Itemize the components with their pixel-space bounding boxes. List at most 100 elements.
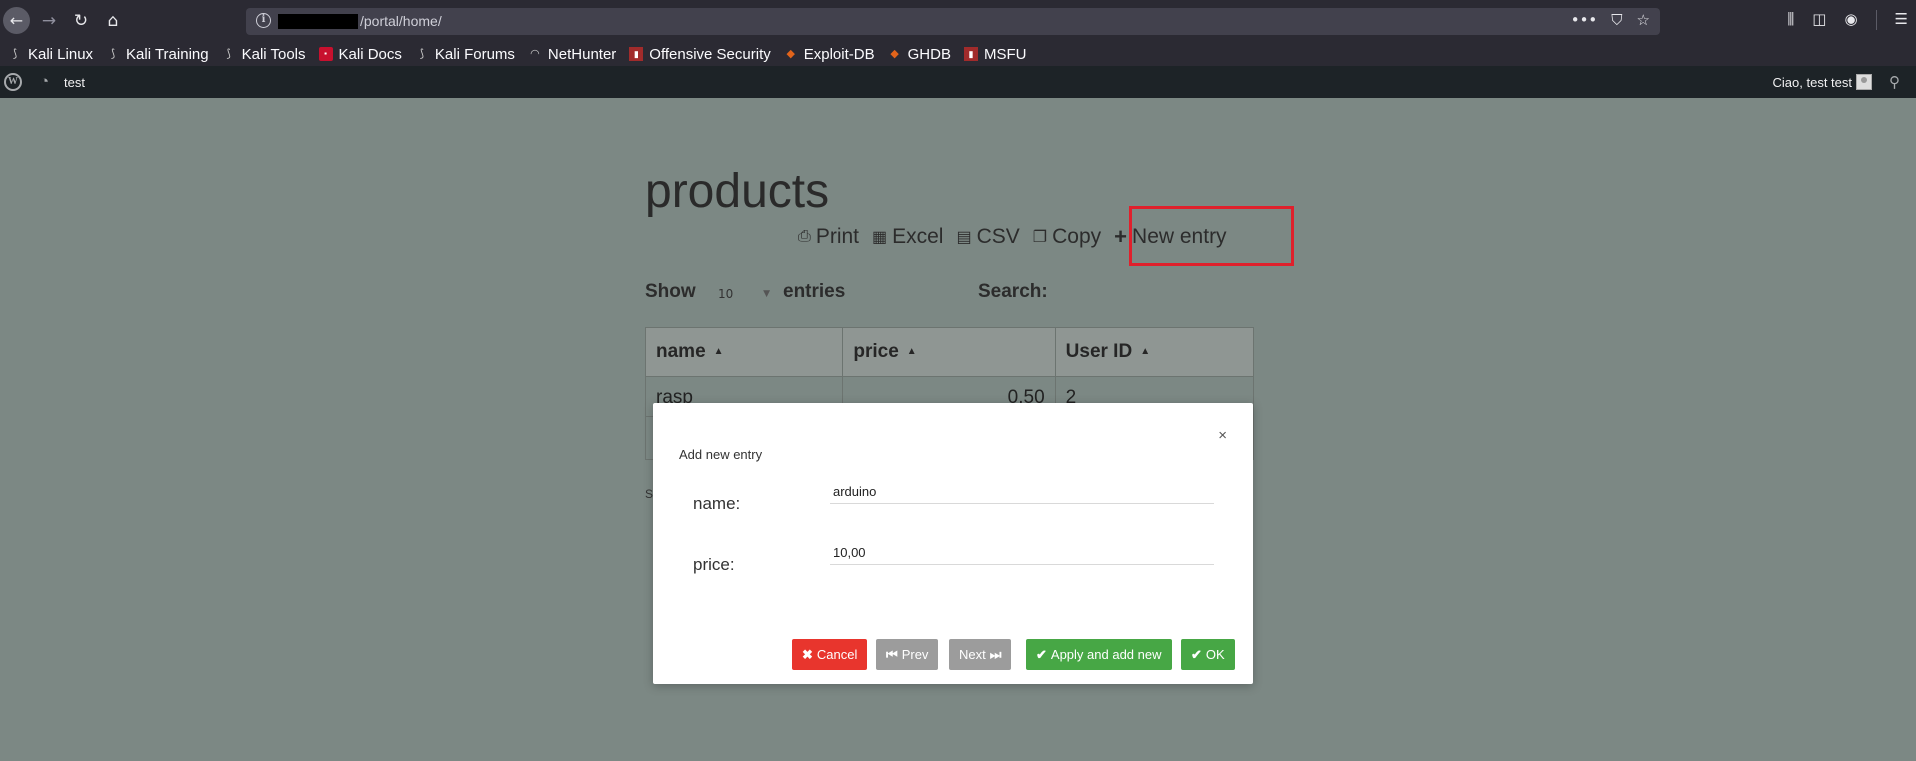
csv-label: CSV: [976, 225, 1020, 248]
csv-icon: ▤: [956, 229, 972, 246]
url-text[interactable]: /portal/home/: [360, 13, 442, 29]
copy-icon: ❐: [1032, 229, 1048, 246]
offsec-icon: ▮: [629, 47, 644, 61]
exploitdb-icon: ◆: [786, 48, 795, 60]
bookmark-nethunter[interactable]: ◠ NetHunter: [528, 46, 616, 63]
table-header: name ▲ price ▲ User ID ▲: [646, 328, 1253, 376]
account-icon[interactable]: ◉: [1844, 10, 1857, 30]
bookmark-ghdb[interactable]: ◆ GHDB: [888, 46, 951, 63]
entries-label: entries: [783, 281, 846, 302]
sort-asc-icon: ▲: [906, 346, 917, 358]
dashboard-icon[interactable]: ◔: [40, 73, 49, 90]
sort-asc-icon: ▲: [1140, 346, 1151, 358]
bookmark-label: Kali Linux: [28, 45, 94, 63]
cancel-button[interactable]: ✖ Cancel: [792, 639, 868, 670]
redacted-host: [278, 14, 358, 29]
site-name-link[interactable]: test: [64, 75, 85, 90]
avatar[interactable]: [1856, 74, 1872, 90]
prev-button[interactable]: ⏮ Prev: [876, 639, 939, 670]
close-icon: ✖: [802, 646, 813, 662]
ok-button[interactable]: ✔ OK: [1181, 639, 1235, 670]
column-header-name[interactable]: name ▲: [646, 328, 844, 376]
print-label: Print: [815, 225, 859, 248]
user-greeting[interactable]: Ciao, test test: [1773, 75, 1852, 90]
bookmark-star-icon[interactable]: ☆: [1637, 11, 1650, 29]
skip-back-icon: ⏮: [886, 646, 898, 662]
bookmark-label: MSFU: [983, 45, 1027, 63]
kali-dragon-icon: ⟆: [110, 48, 116, 60]
next-button[interactable]: Next ⏭: [949, 639, 1012, 670]
bookmark-kali-linux[interactable]: ⟆ Kali Linux: [8, 46, 93, 63]
bookmark-exploit-db[interactable]: ◆ Exploit-DB: [784, 46, 875, 63]
csv-button[interactable]: ▤ CSV: [956, 224, 1019, 250]
dialog-title: Add new entry: [679, 447, 763, 462]
column-header-price[interactable]: price ▲: [843, 328, 1056, 376]
ok-label: OK: [1205, 647, 1225, 662]
pocket-icon[interactable]: ⛉: [1611, 11, 1622, 29]
page-length-select[interactable]: 10 ▼: [712, 284, 774, 306]
search-icon[interactable]: ⚲: [1889, 73, 1900, 91]
show-label: Show: [645, 281, 696, 302]
page-length-value: 10: [718, 287, 734, 301]
printer-icon: ⎙: [798, 228, 811, 245]
bookmark-msfu[interactable]: ▮ MSFU: [963, 45, 1027, 63]
add-entry-dialog: × Add new entry name: price: ✖Cancel ⏮Pr…: [653, 403, 1253, 684]
sort-asc-icon: ▲: [713, 346, 724, 358]
url-bar[interactable]: i /portal/home/ ••• ⛉ ☆: [246, 8, 1660, 35]
site-info-icon[interactable]: i: [256, 13, 271, 28]
library-icon[interactable]: ⫼: [1787, 10, 1794, 30]
excel-icon: ▦: [872, 229, 888, 246]
search-label: Search:: [978, 281, 1048, 302]
bookmark-kali-docs[interactable]: ▪ Kali Docs: [318, 45, 402, 63]
reload-icon[interactable]: ↻: [69, 9, 93, 33]
column-label: name: [656, 341, 706, 362]
kali-docs-icon: ▪: [318, 47, 333, 61]
bookmark-label: Kali Docs: [338, 45, 402, 63]
price-field[interactable]: [830, 541, 1214, 565]
excel-button[interactable]: ▦ Excel: [872, 224, 943, 250]
kali-dragon-icon: ⟆: [12, 48, 18, 60]
chevron-down-icon: ▼: [763, 289, 770, 299]
copy-label: Copy: [1052, 225, 1102, 248]
ghdb-icon: ◆: [890, 48, 899, 60]
bookmark-kali-forums[interactable]: ⟆ Kali Forums: [415, 46, 515, 63]
check-icon: ✔: [1036, 646, 1047, 662]
nethunter-icon: ◠: [530, 48, 540, 60]
print-button[interactable]: ⎙ Print: [798, 224, 859, 250]
apply-label: Apply and add new: [1050, 647, 1162, 662]
bookmark-label: GHDB: [907, 45, 951, 63]
bookmarks-bar: ⟆ Kali Linux ⟆ Kali Training ⟆ Kali Tools ▪…: [0, 42, 1916, 66]
plus-icon: +: [1114, 224, 1128, 249]
bookmark-kali-training[interactable]: ⟆ Kali Training: [106, 46, 209, 63]
double-check-icon: ✔: [1191, 646, 1202, 662]
menu-icon[interactable]: ☰: [1895, 10, 1908, 30]
bookmark-label: NetHunter: [547, 45, 617, 63]
page-title: products: [645, 165, 830, 218]
forward-icon[interactable]: →: [37, 9, 61, 33]
close-icon[interactable]: ×: [1218, 427, 1227, 444]
prev-label: Prev: [901, 647, 929, 662]
cancel-label: Cancel: [816, 647, 858, 662]
column-header-user-id[interactable]: User ID ▲: [1056, 328, 1253, 376]
bookmark-offensive-security[interactable]: ▮ Offensive Security: [629, 45, 771, 63]
bookmark-label: Offensive Security: [649, 45, 771, 63]
excel-label: Excel: [892, 225, 944, 248]
kali-dragon-icon: ⟆: [419, 48, 425, 60]
bookmark-label: Kali Tools: [241, 45, 306, 63]
home-icon[interactable]: ⌂: [101, 9, 125, 33]
apply-and-add-new-button[interactable]: ✔ Apply and add new: [1026, 639, 1172, 670]
sidebar-icon[interactable]: ◫: [1812, 10, 1826, 30]
wordpress-logo-icon[interactable]: W: [4, 73, 22, 91]
column-label: price: [853, 341, 899, 362]
name-field[interactable]: [830, 480, 1214, 504]
bookmark-kali-tools[interactable]: ⟆ Kali Tools: [222, 45, 306, 63]
kali-dragon-icon: ⟆: [226, 48, 231, 60]
toolbar-divider: [1875, 10, 1877, 30]
skip-forward-icon: ⏭: [989, 646, 1002, 662]
new-entry-highlight-box: [1129, 206, 1294, 266]
page-actions-icon[interactable]: •••: [1571, 11, 1598, 29]
copy-button[interactable]: ❐ Copy: [1033, 224, 1101, 250]
back-icon[interactable]: ←: [3, 7, 30, 34]
column-label: User ID: [1065, 341, 1133, 362]
bookmark-label: Exploit-DB: [803, 45, 875, 63]
